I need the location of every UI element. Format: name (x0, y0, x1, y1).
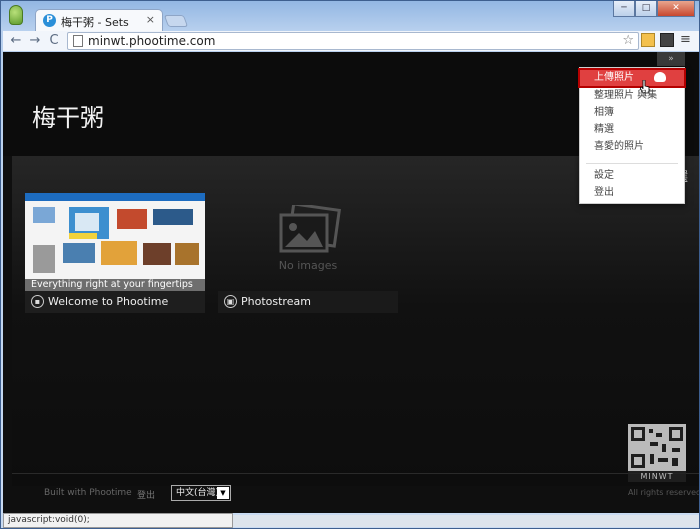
browser-window: P 梅干粥 - Sets × ─ □ ✕ ← → C minwt.phootim… (0, 0, 700, 529)
thumb-photo (33, 207, 55, 223)
qr-label: MINWT (628, 471, 686, 482)
qr-code-icon (631, 427, 683, 468)
set-card-footer[interactable]: ▣ Photostream (218, 291, 398, 313)
browser-logo-icon (9, 5, 23, 25)
set-title[interactable]: Photostream (241, 295, 311, 308)
footer-divider (12, 473, 699, 474)
dropdown-arrow-icon: ▼ (217, 487, 229, 499)
user-dropdown-menu: 上傳照片 整理照片 與集 相簿 精選 喜愛的照片 設定 登出 (578, 67, 686, 204)
menu-item-albums[interactable]: 相簿 (580, 105, 684, 121)
footer-rights: All rights reserved (628, 488, 699, 497)
tab-close-icon[interactable]: × (146, 13, 155, 26)
thumb-photo (69, 233, 97, 239)
thumb-caption: Everything right at your fingertips (25, 279, 205, 291)
phootime-favicon-icon: P (43, 14, 56, 27)
footer-logout-link[interactable]: 登出 (137, 488, 155, 501)
menu-item-settings[interactable]: 設定 (580, 168, 684, 184)
minimize-button[interactable]: ─ (613, 1, 635, 17)
horizontal-scrollbar[interactable] (233, 515, 699, 527)
maximize-button[interactable]: □ (635, 1, 657, 17)
menu-item-logout[interactable]: 登出 (580, 185, 684, 201)
window-controls: ─ □ ✕ (613, 1, 695, 17)
title-bar: P 梅干粥 - Sets × ─ □ ✕ (1, 1, 700, 31)
browser-toolbar: ← → C minwt.phootime.com ☆ ≡ (3, 31, 699, 51)
footer-built-with[interactable]: Built with Phootime (44, 488, 132, 498)
new-tab-button[interactable] (163, 15, 189, 27)
thumb-photo (101, 241, 137, 265)
page-viewport: 梅干粥 » 選 Everything right at your fingert… (3, 52, 699, 513)
extension-notes-icon[interactable] (641, 33, 655, 47)
no-images-icon (279, 205, 341, 253)
language-value: 中文(台灣) (176, 488, 220, 498)
close-window-button[interactable]: ✕ (657, 1, 695, 17)
set-card-photostream[interactable]: No images ▣ Photostream (218, 193, 398, 313)
no-images-text: No images (278, 259, 338, 272)
thumb-photo (143, 243, 171, 265)
qr-code-watermark: MINWT (628, 424, 686, 482)
thumb-photo (75, 213, 99, 231)
menu-item-favorites[interactable]: 喜愛的照片 (580, 139, 684, 155)
thumb-photo (117, 209, 147, 229)
language-select[interactable]: 中文(台灣) ▼ (171, 485, 231, 501)
menu-item-organize[interactable]: 整理照片 與集 (580, 88, 684, 104)
photo-icon: ▣ (224, 295, 237, 308)
tab-title: 梅干粥 - Sets (61, 16, 129, 29)
bookmark-star-icon[interactable]: ☆ (622, 33, 634, 48)
reload-icon[interactable]: C (45, 32, 63, 50)
extension-screen-icon[interactable] (660, 33, 674, 47)
thumb-photo (175, 243, 199, 265)
set-card-welcome[interactable]: Everything right at your fingertips ▪ We… (25, 193, 205, 313)
thumb-photo (33, 245, 55, 273)
menu-item-label: 上傳照片 (594, 72, 634, 83)
url-text[interactable]: minwt.phootime.com (88, 34, 215, 48)
back-icon[interactable]: ← (7, 32, 25, 50)
menu-item-upload-photos[interactable]: 上傳照片 (578, 68, 686, 94)
thumb-photo (153, 209, 193, 225)
cloud-upload-icon (654, 72, 666, 82)
site-title[interactable]: 梅干粥 (32, 98, 104, 133)
browser-tab[interactable]: P 梅干粥 - Sets × (35, 9, 163, 31)
forward-icon[interactable]: → (26, 32, 44, 50)
set-title[interactable]: Welcome to Phootime (48, 295, 168, 308)
status-bar: javascript:void(0); (3, 513, 233, 528)
page-icon (73, 35, 83, 47)
set-card-footer[interactable]: ▪ Welcome to Phootime (25, 291, 205, 313)
address-bar[interactable]: minwt.phootime.com ☆ (67, 32, 639, 50)
collapse-chevron-icon[interactable]: » (657, 52, 685, 66)
browser-menu-icon[interactable]: ≡ (680, 32, 691, 47)
set-thumbnail[interactable]: Everything right at your fingertips (25, 193, 205, 291)
thumb-photo (63, 243, 95, 263)
thumb-header-bar (25, 193, 205, 201)
lock-icon: ▪ (31, 295, 44, 308)
menu-divider (586, 163, 678, 164)
menu-item-featured[interactable]: 精選 (580, 122, 684, 138)
